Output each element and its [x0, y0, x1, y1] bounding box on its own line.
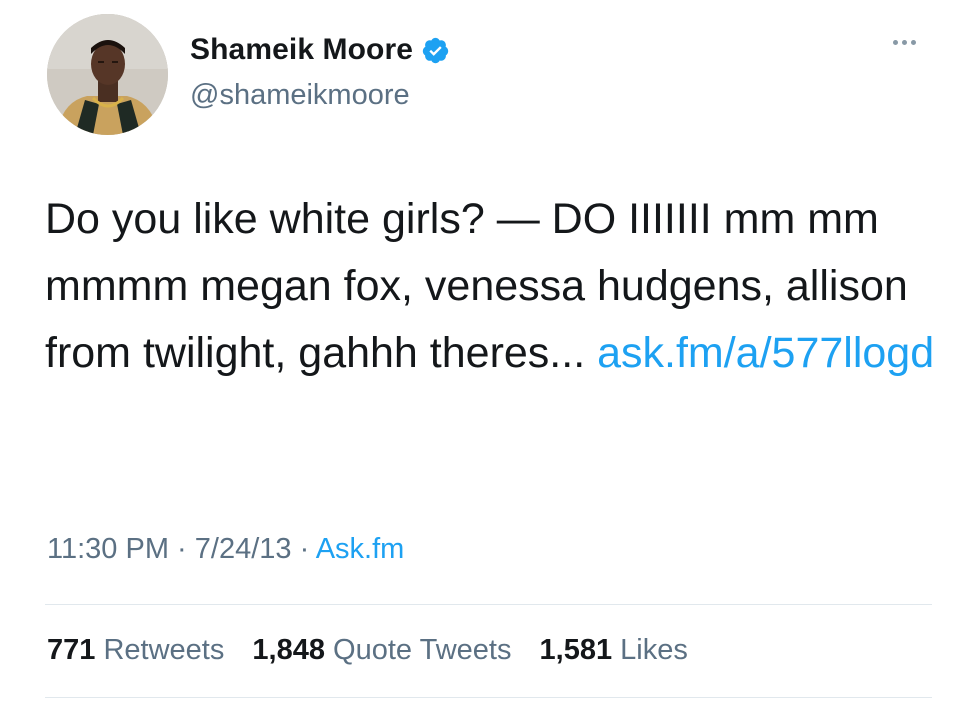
- retweets-label: Retweets: [103, 634, 225, 666]
- likes-label: Likes: [620, 634, 688, 666]
- tweet-time[interactable]: 11:30 PM: [47, 533, 169, 565]
- tweet-text: Do you like white girls? — DO IIIIIII mm…: [45, 186, 945, 387]
- divider: [45, 604, 932, 605]
- meta-separator: ·: [299, 533, 316, 565]
- likes-count: 1,581: [539, 634, 613, 666]
- more-dot: [902, 40, 907, 45]
- retweets-count: 771: [47, 634, 96, 666]
- tweet-meta: 11:30 PM · 7/24/13 · Ask.fm: [47, 533, 404, 566]
- quote-tweets-stat[interactable]: 1,848 Quote Tweets: [252, 634, 511, 666]
- author-name-row[interactable]: Shameik Moore: [190, 33, 450, 67]
- tweet-stats: 771 Retweets 1,848 Quote Tweets 1,581 Li…: [47, 634, 708, 667]
- retweets-stat[interactable]: 771 Retweets: [47, 634, 224, 666]
- more-options-icon[interactable]: [893, 40, 916, 45]
- tweet-card: Shameik Moore @shameikmoore Do you like …: [0, 0, 977, 710]
- author-display-name[interactable]: Shameik Moore: [190, 33, 413, 67]
- tweet-source[interactable]: Ask.fm: [316, 533, 405, 565]
- more-dot: [911, 40, 916, 45]
- more-dot: [893, 40, 898, 45]
- tweet-date[interactable]: 7/24/13: [195, 533, 292, 565]
- likes-stat[interactable]: 1,581 Likes: [540, 634, 688, 666]
- avatar-image: [47, 14, 168, 135]
- quote-tweets-count: 1,848: [252, 634, 325, 666]
- meta-separator: ·: [177, 533, 195, 565]
- tweet-link[interactable]: ask.fm/a/577llogd: [597, 329, 934, 377]
- quote-tweets-label: Quote Tweets: [333, 634, 512, 666]
- avatar[interactable]: [47, 14, 168, 135]
- author-handle[interactable]: @shameikmoore: [190, 79, 410, 112]
- verified-badge-icon: [421, 36, 450, 65]
- divider: [45, 697, 932, 698]
